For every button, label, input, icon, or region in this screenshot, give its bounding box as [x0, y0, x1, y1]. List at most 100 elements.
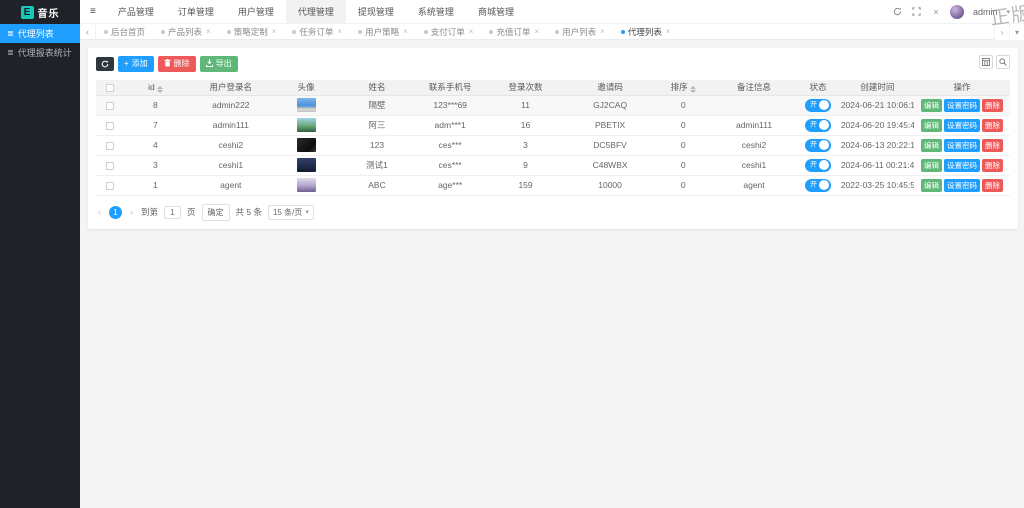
column-filter-icon[interactable]	[979, 55, 993, 69]
nav-item-system[interactable]: 系统管理	[406, 0, 466, 24]
edit-button[interactable]: 编辑	[920, 118, 942, 132]
tab-pay-orders[interactable]: 支付订单 ×	[416, 24, 482, 40]
add-button-label: 添加	[131, 59, 148, 69]
row-avatar[interactable]	[296, 178, 316, 192]
row-delete-button[interactable]: 删除	[981, 118, 1003, 132]
nav-item-products[interactable]: 产品管理	[106, 0, 166, 24]
close-icon[interactable]: ×	[931, 7, 941, 17]
tab-dashboard[interactable]: 后台首页	[96, 24, 153, 40]
table-row: 3 ceshi1 测试1 ces*** 9 C48WBX 0 ceshi1 开 …	[96, 155, 1010, 176]
col-id[interactable]: id	[123, 80, 188, 96]
set-password-button[interactable]: 设置密码	[943, 178, 980, 192]
row-checkbox[interactable]	[105, 121, 114, 130]
cell-sort: 0	[653, 175, 713, 196]
tab-close-icon[interactable]: ×	[403, 27, 408, 36]
tab-bar: ‹ 后台首页 产品列表 × 策略定制 × 任务订单 × 用户策略 × 支付订单	[80, 23, 1024, 40]
row-checkbox[interactable]	[105, 181, 114, 190]
nav-item-withdraw[interactable]: 提现管理	[346, 0, 406, 24]
delete-button[interactable]: 删除	[157, 56, 196, 72]
select-all-checkbox[interactable]	[105, 84, 114, 92]
nav-item-agents[interactable]: 代理管理	[285, 0, 346, 24]
status-toggle[interactable]: 开	[804, 98, 831, 112]
status-toggle[interactable]: 开	[804, 158, 831, 172]
tab-close-icon[interactable]: ×	[337, 27, 342, 36]
add-button[interactable]: + 添加	[118, 56, 154, 72]
set-password-button[interactable]: 设置密码	[943, 158, 980, 172]
sidebar-item-agent-report[interactable]: ≣ 代理报表统计	[0, 43, 80, 62]
set-password-button[interactable]: 设置密码	[943, 118, 980, 132]
export-button-label: 导出	[215, 59, 232, 69]
pagination: ‹ 1 › 到第 页 确定 共 5 条 15 条/页 ▾	[96, 203, 1010, 221]
edit-button[interactable]: 编辑	[920, 138, 942, 152]
tab-task-orders[interactable]: 任务订单 ×	[284, 24, 350, 40]
edit-button[interactable]: 编辑	[920, 98, 942, 112]
tab-close-icon[interactable]: ×	[206, 27, 211, 36]
cell-remark	[712, 95, 796, 116]
menu-fold-icon[interactable]: ≡	[80, 6, 106, 17]
next-page-icon[interactable]: ›	[128, 207, 135, 217]
main-content: + 添加 删除 导出 id 用户登录名 头像 姓名 联系手机号 登录次数 邀请码…	[80, 40, 1024, 508]
edit-button[interactable]: 编辑	[920, 178, 942, 192]
nav-item-users[interactable]: 用户管理	[226, 0, 286, 24]
row-avatar[interactable]	[296, 138, 316, 152]
tab-recharge-orders[interactable]: 充值订单 ×	[481, 24, 547, 40]
export-button[interactable]: 导出	[199, 56, 238, 72]
row-checkbox[interactable]	[105, 101, 114, 110]
sort-icon[interactable]	[156, 85, 163, 93]
cell-created: 2024-06-21 10:06:19	[840, 95, 914, 116]
refresh-icon[interactable]	[893, 7, 903, 17]
cell-id: 1	[123, 175, 188, 196]
search-icon[interactable]	[996, 55, 1010, 69]
row-delete-button[interactable]: 删除	[981, 98, 1003, 112]
fullscreen-icon[interactable]	[912, 7, 922, 17]
row-avatar[interactable]	[296, 98, 316, 112]
sort-icon[interactable]	[689, 86, 696, 94]
row-checkbox[interactable]	[105, 161, 114, 170]
table-row: 1 agent ABC age*** 159 10000 0 agent 开 2…	[96, 175, 1010, 196]
prev-page-icon[interactable]: ‹	[96, 207, 103, 217]
tab-close-icon[interactable]: ×	[534, 27, 539, 36]
row-avatar[interactable]	[296, 158, 316, 172]
tab-close-icon[interactable]: ×	[272, 27, 277, 36]
row-delete-button[interactable]: 删除	[981, 138, 1003, 152]
tab-product-list[interactable]: 产品列表 ×	[153, 24, 219, 40]
status-toggle[interactable]: 开	[804, 118, 831, 132]
tab-label: 后台首页	[111, 26, 146, 37]
tab-strategy-custom[interactable]: 策略定制 ×	[219, 24, 285, 40]
current-page[interactable]: 1	[109, 205, 122, 219]
refresh-button[interactable]	[96, 57, 114, 71]
row-checkbox[interactable]	[105, 141, 114, 150]
tab-close-icon[interactable]: ×	[600, 27, 605, 36]
confirm-button[interactable]: 确定	[201, 203, 230, 221]
set-password-button[interactable]: 设置密码	[943, 98, 980, 112]
tab-user-strategy[interactable]: 用户策略 ×	[350, 24, 416, 40]
edit-button[interactable]: 编辑	[920, 158, 942, 172]
tab-user-list[interactable]: 用户列表 ×	[547, 24, 613, 40]
row-delete-button[interactable]: 删除	[981, 158, 1003, 172]
tab-close-icon[interactable]: ×	[469, 27, 474, 36]
tabs-menu-icon[interactable]: ▾	[1009, 24, 1024, 40]
tab-agent-list[interactable]: 代理列表 ×	[613, 24, 679, 40]
header-actions: × admin ▾	[893, 4, 1024, 19]
username[interactable]: admin	[973, 7, 998, 17]
user-avatar[interactable]	[949, 4, 964, 19]
row-delete-button[interactable]: 删除	[981, 178, 1003, 192]
nav-item-mall[interactable]: 商城管理	[466, 0, 526, 24]
tab-dot-icon	[620, 29, 625, 34]
row-avatar[interactable]	[296, 118, 316, 132]
tab-close-icon[interactable]: ×	[666, 27, 671, 36]
page-jump-input[interactable]	[164, 205, 182, 219]
chevron-down-icon[interactable]: ▾	[1006, 8, 1010, 16]
tab-label: 任务订单	[299, 26, 334, 37]
col-sort[interactable]: 排序	[653, 80, 713, 96]
status-toggle[interactable]: 开	[804, 178, 831, 192]
nav-item-orders[interactable]: 订单管理	[166, 0, 226, 24]
status-toggle[interactable]: 开	[804, 138, 831, 152]
sidebar-item-agent-list[interactable]: ≣ 代理列表	[0, 24, 80, 43]
cell-phone: 123***69	[415, 95, 485, 116]
page-size-select[interactable]: 15 条/页 ▾	[267, 204, 314, 220]
page-size-label: 15 条/页	[272, 207, 303, 217]
tabs-scroll-right-icon[interactable]: ›	[994, 24, 1009, 40]
set-password-button[interactable]: 设置密码	[943, 138, 980, 152]
tabs-scroll-left-icon[interactable]: ‹	[80, 23, 96, 40]
